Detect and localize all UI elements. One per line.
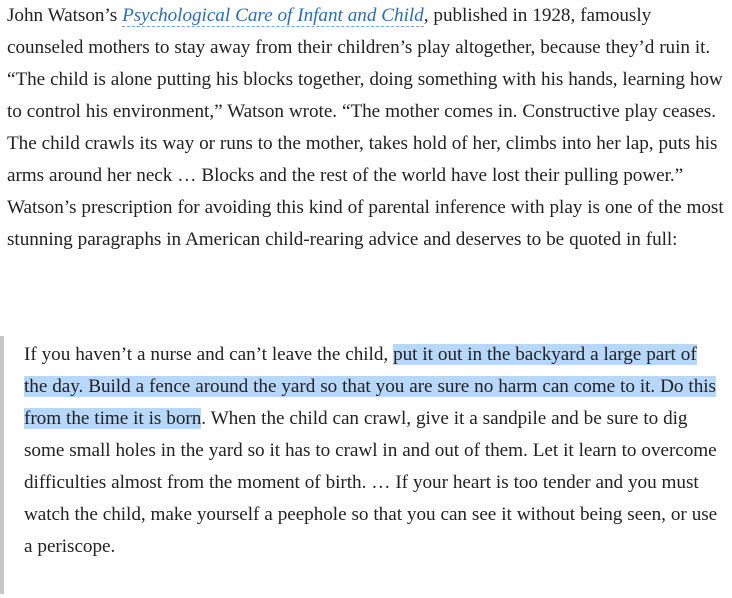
book-title-link[interactable]: Psychological Care of Infant and Child — [122, 5, 424, 27]
quote-text-rest: . When the child can crawl, give it a sa… — [24, 408, 718, 557]
article-body: John Watson’s Psychological Care of Infa… — [7, 0, 732, 256]
intro-text-start: John Watson’s — [7, 5, 123, 26]
blockquote-text: If you haven’t a nurse and can’t leave t… — [24, 339, 722, 563]
quote-text-start: If you haven’t a nurse and can’t leave t… — [24, 344, 394, 365]
intro-paragraph: John Watson’s Psychological Care of Infa… — [7, 0, 732, 256]
blockquote: If you haven’t a nurse and can’t leave t… — [0, 336, 724, 594]
intro-text-rest: , published in 1928, famously counseled … — [7, 5, 724, 250]
blockquote-bar — [0, 336, 4, 594]
